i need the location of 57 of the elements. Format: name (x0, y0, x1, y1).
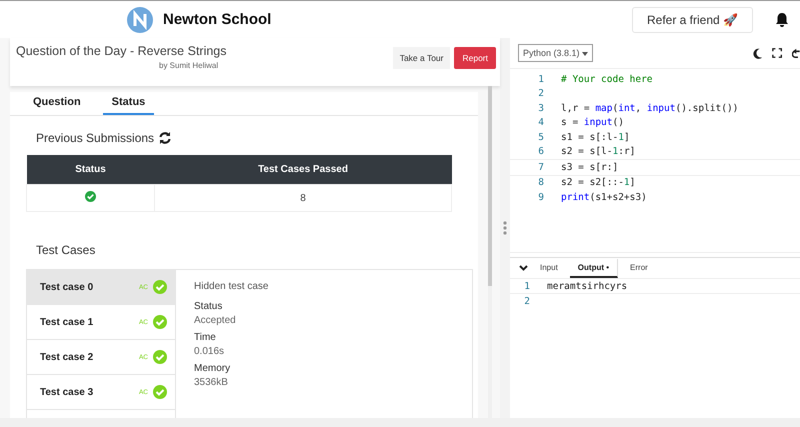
line-number: 3 (537, 102, 545, 114)
line-number: 4 (537, 117, 545, 128)
check-icon (153, 350, 167, 364)
check-icon (153, 315, 167, 329)
field-value: 0.016s (194, 346, 224, 357)
take-tour-button[interactable]: Take a Tour (392, 47, 450, 69)
line-number: 6 (537, 146, 545, 158)
code-line: s2 = s2[::-1] (561, 177, 636, 188)
field-label: Time (194, 332, 217, 343)
brand-name: Newton School (163, 11, 272, 28)
column-header: Status (26, 155, 154, 184)
code-line: s1 = s[:l-1] (561, 132, 630, 143)
console-tab[interactable]: Output • (570, 258, 618, 278)
chevron-down-icon[interactable] (519, 265, 528, 271)
code-line: # Your code here (561, 74, 653, 85)
check-icon (153, 280, 167, 294)
field-value: Accepted (194, 315, 236, 326)
section-heading: Test Cases (35, 242, 96, 259)
field-value: 3536kB (194, 377, 229, 388)
report-button[interactable]: Report (454, 47, 496, 69)
code-line: s3 = s[r:] (561, 162, 618, 173)
code-line: s = input() (561, 117, 624, 128)
field-label: Status (194, 301, 224, 312)
caret-icon (582, 52, 588, 56)
refresh-icon[interactable] (158, 131, 172, 145)
column-header: Test Cases Passed (154, 155, 452, 184)
tab[interactable]: Status (102, 92, 154, 115)
logo-icon (127, 6, 153, 32)
console-tab[interactable]: Error (622, 258, 656, 278)
check-icon (153, 385, 167, 399)
language-dropdown[interactable]: Python (3.8.1) (518, 44, 594, 62)
drag-handle-icon[interactable] (503, 220, 507, 236)
line-number: 5 (537, 132, 545, 143)
reset-icon[interactable] (792, 47, 800, 59)
moon-icon[interactable] (752, 46, 762, 60)
line-number: 2 (523, 296, 531, 306)
code-line: l,r = map(int, input().split()) (561, 102, 738, 114)
refer-button[interactable]: Refer a friend 🚀 (632, 6, 754, 32)
tab[interactable]: Question (24, 92, 90, 115)
code-line: s2 = s[l-1:r] (561, 146, 636, 158)
line-number: 7 (537, 162, 545, 173)
line-number: 9 (537, 192, 545, 203)
output-line: meramtsirhcyrs (547, 280, 628, 292)
line-number: 1 (523, 280, 531, 292)
question-title: Question of the Day - Reverse Strings (16, 44, 228, 58)
bell-icon[interactable] (774, 12, 790, 28)
line-number: 8 (537, 177, 545, 188)
fullscreen-icon[interactable] (772, 47, 782, 59)
table-cell: 8 (154, 184, 452, 212)
section-heading: Previous Submissions (36, 131, 154, 145)
line-number: 2 (537, 88, 545, 100)
field-label: Memory (194, 363, 230, 374)
code-line: print(s1+s2+s3) (561, 192, 647, 203)
console-tab[interactable]: Input (532, 258, 566, 278)
test-case-note: Hidden test case (194, 281, 268, 292)
line-number: 1 (537, 74, 545, 85)
author-text: by Sumit Heliwal (159, 61, 218, 70)
